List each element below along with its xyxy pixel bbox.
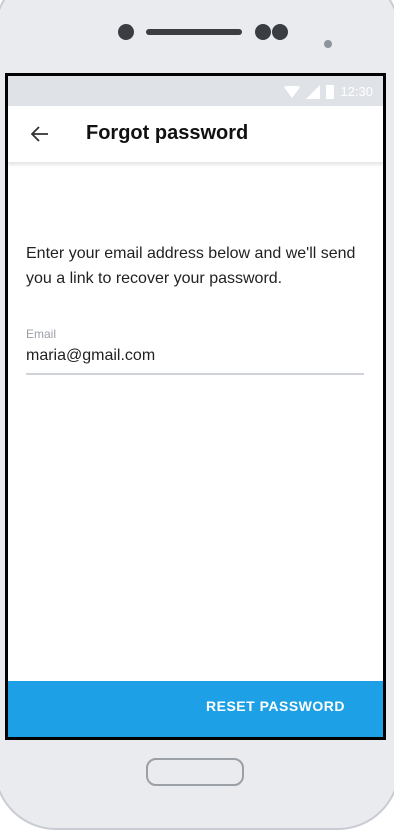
instructions-text: Enter your email address below and we'll… bbox=[26, 245, 356, 287]
sensor-dot-icon bbox=[255, 24, 271, 40]
battery-icon bbox=[326, 84, 335, 99]
main-content: Enter your email address below and we'll… bbox=[8, 241, 383, 375]
status-bar: 12:30 bbox=[8, 76, 383, 106]
home-button[interactable] bbox=[146, 758, 244, 786]
reset-password-bar: RESET PASSWORD bbox=[8, 681, 383, 737]
status-time: 12:30 bbox=[340, 84, 373, 99]
cell-signal-icon bbox=[306, 84, 321, 99]
arrow-back-icon bbox=[31, 126, 48, 142]
email-field: Email bbox=[26, 327, 365, 375]
sensor-dot-icon bbox=[272, 24, 288, 40]
email-label: Email bbox=[26, 327, 57, 341]
wifi-icon bbox=[284, 85, 301, 98]
status-icons: 12:30 bbox=[284, 84, 373, 99]
app-bar: Forgot password bbox=[8, 106, 383, 163]
reset-password-button[interactable]: RESET PASSWORD bbox=[206, 698, 345, 714]
speaker-grill bbox=[146, 29, 242, 35]
back-button[interactable] bbox=[26, 120, 54, 148]
light-sensor-icon bbox=[324, 40, 332, 48]
page-title: Forgot password bbox=[86, 122, 249, 144]
email-input[interactable] bbox=[26, 347, 364, 375]
device-screen: 12:30 Forgot password Enter your email a… bbox=[5, 73, 386, 740]
phone-top-sensors bbox=[0, 10, 394, 50]
camera-icon bbox=[118, 24, 134, 40]
